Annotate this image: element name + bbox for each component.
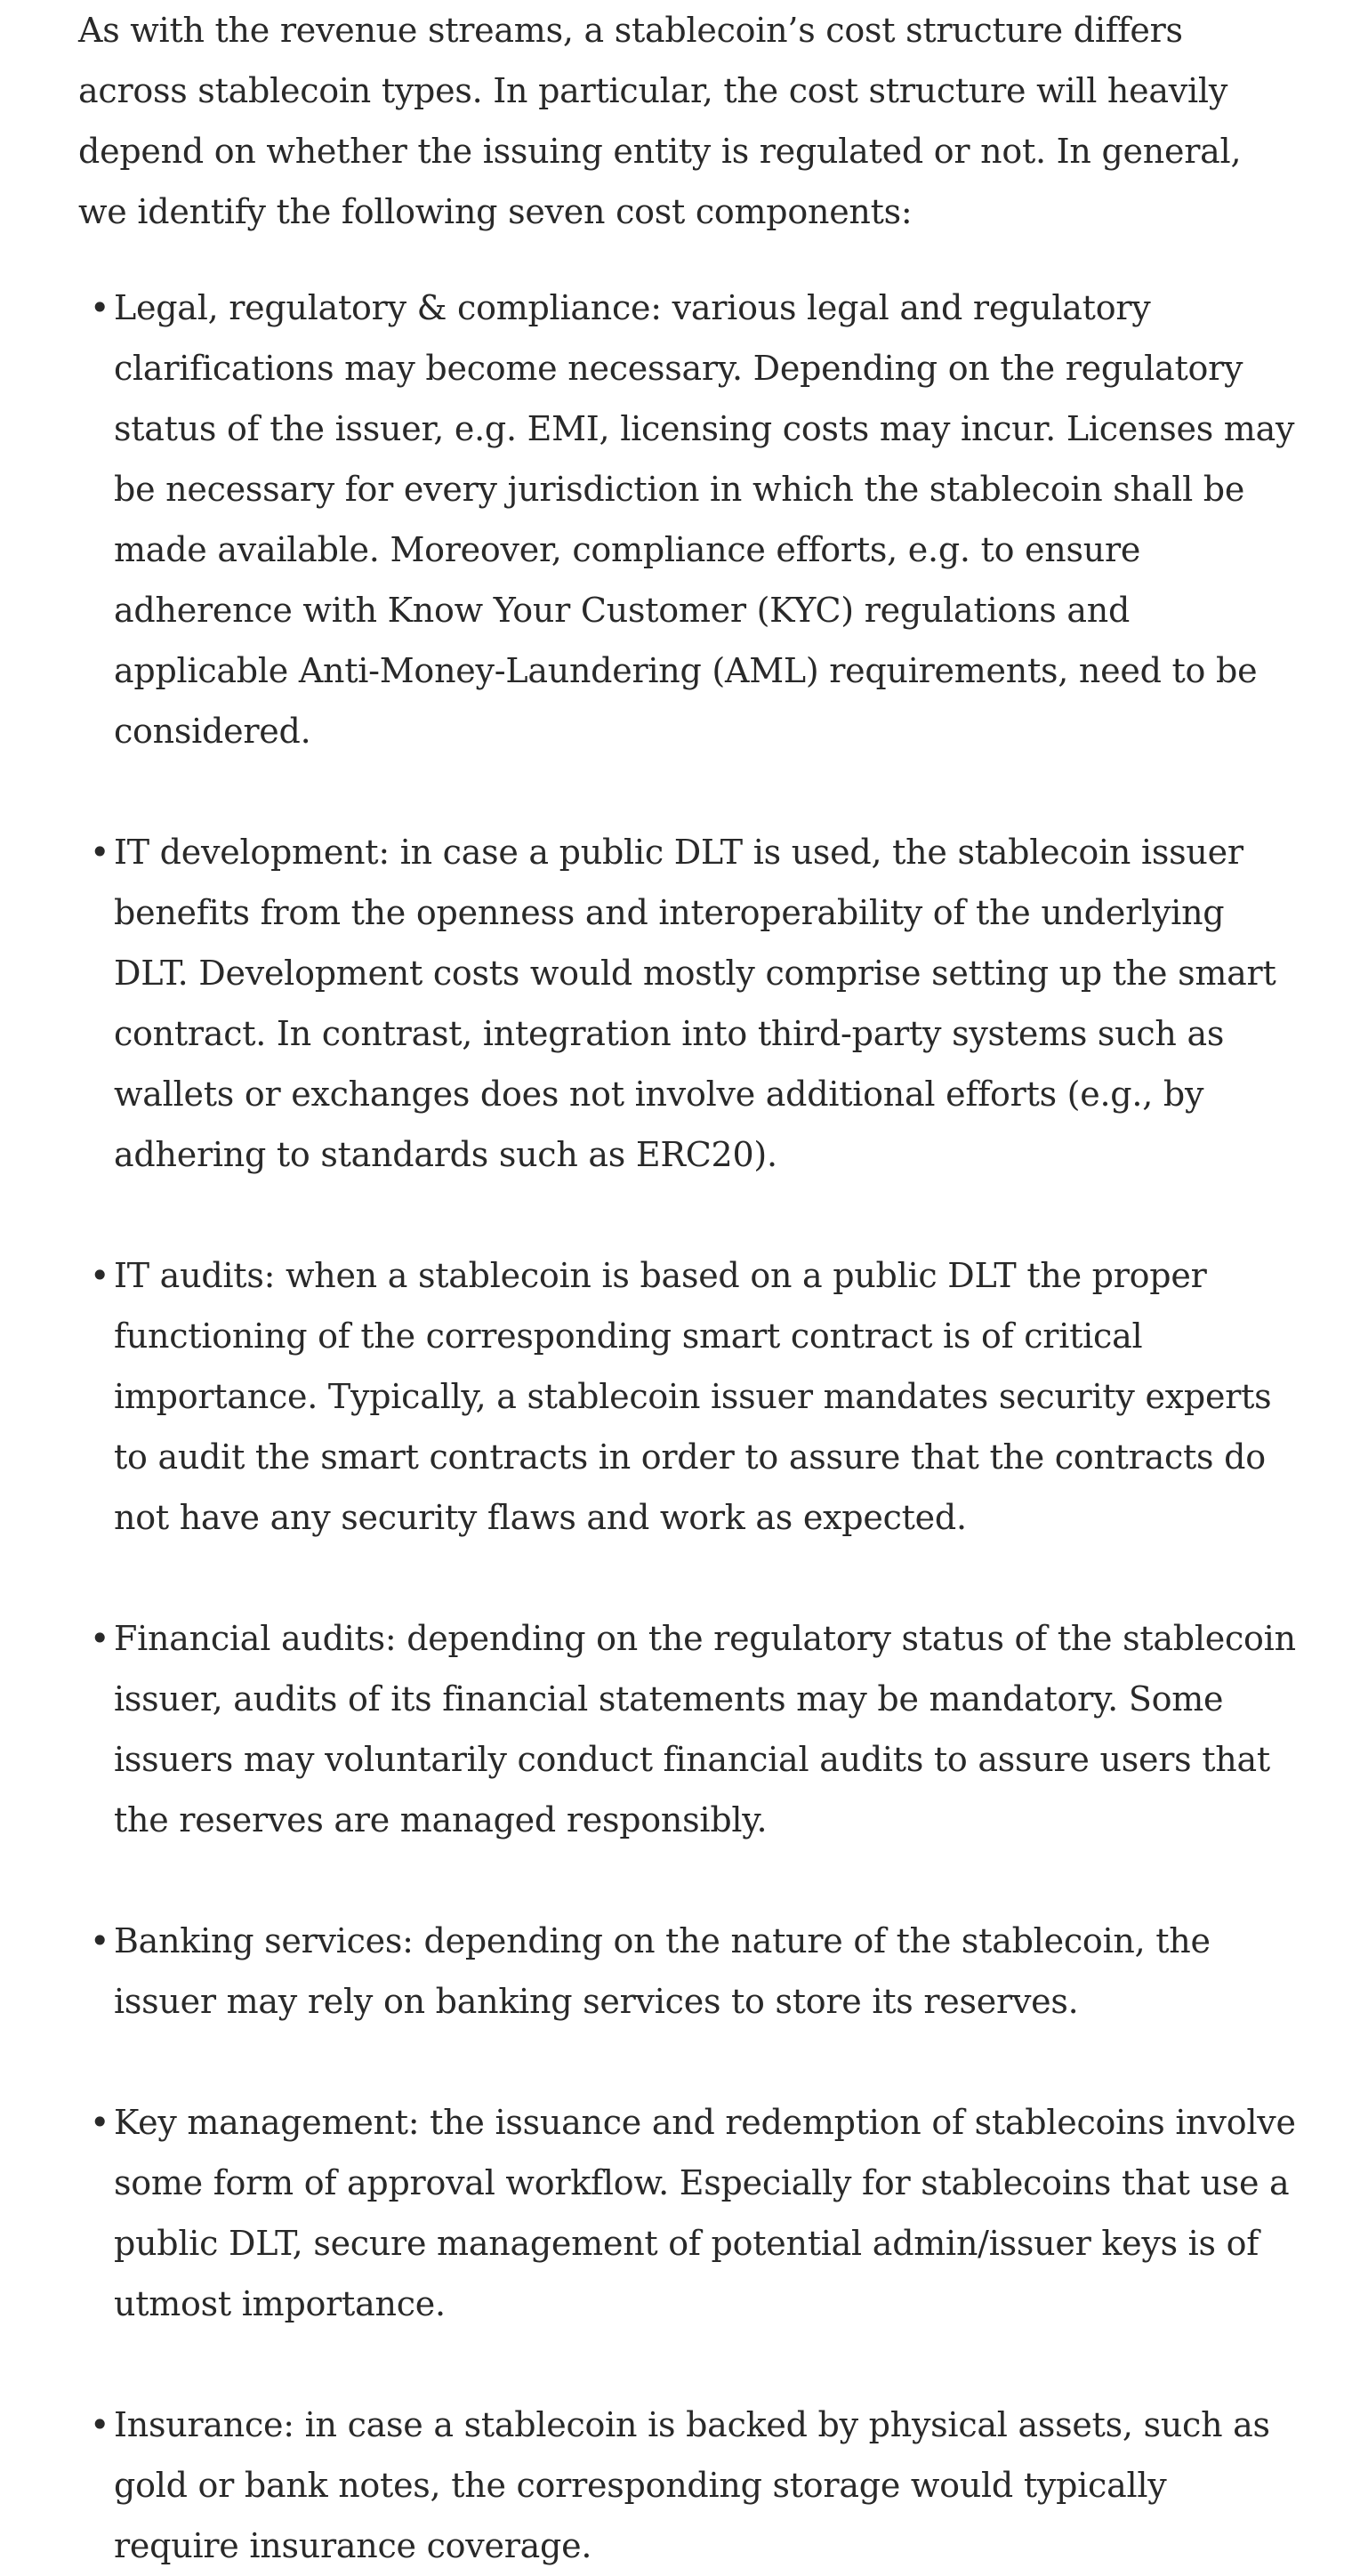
list-item-it-development: • IT development: in case a public DLT i… <box>90 822 1297 1185</box>
bullet-icon: • <box>90 1619 110 1658</box>
bullet-icon: • <box>90 2405 110 2444</box>
list-item-it-audits: • IT audits: when a stablecoin is based … <box>90 1245 1297 1548</box>
intro-paragraph: As with the revenue streams, a stablecoi… <box>78 11 1242 231</box>
cost-components-list: • Legal, regulatory & compliance: variou… <box>78 278 1297 2576</box>
list-item-text: IT development: in case a public DLT is … <box>114 833 1276 1174</box>
list-item-text: Financial audits: depending on the regul… <box>114 1619 1296 1839</box>
bullet-icon: • <box>90 1256 110 1295</box>
article-body: As with the revenue streams, a stablecoi… <box>78 0 1297 2576</box>
list-item-insurance: • Insurance: in case a stablecoin is bac… <box>90 2395 1297 2576</box>
list-item-text: Banking services: depending on the natur… <box>114 1921 1211 2021</box>
bullet-icon: • <box>90 833 110 872</box>
list-item-text: IT audits: when a stablecoin is based on… <box>114 1256 1272 1537</box>
list-item-text: Key management: the issuance and redempt… <box>114 2103 1296 2323</box>
list-item-key-management: • Key management: the issuance and redem… <box>90 2092 1297 2334</box>
list-item-text: Legal, regulatory & compliance: various … <box>114 288 1295 751</box>
bullet-icon: • <box>90 2103 110 2142</box>
bullet-icon: • <box>90 1921 110 1960</box>
list-item-financial-audits: • Financial audits: depending on the reg… <box>90 1608 1297 1850</box>
bullet-icon: • <box>90 288 110 327</box>
list-item-text: Insurance: in case a stablecoin is backe… <box>114 2405 1270 2565</box>
list-item-legal: • Legal, regulatory & compliance: variou… <box>90 278 1297 761</box>
list-item-banking-services: • Banking services: depending on the nat… <box>90 1911 1297 2032</box>
